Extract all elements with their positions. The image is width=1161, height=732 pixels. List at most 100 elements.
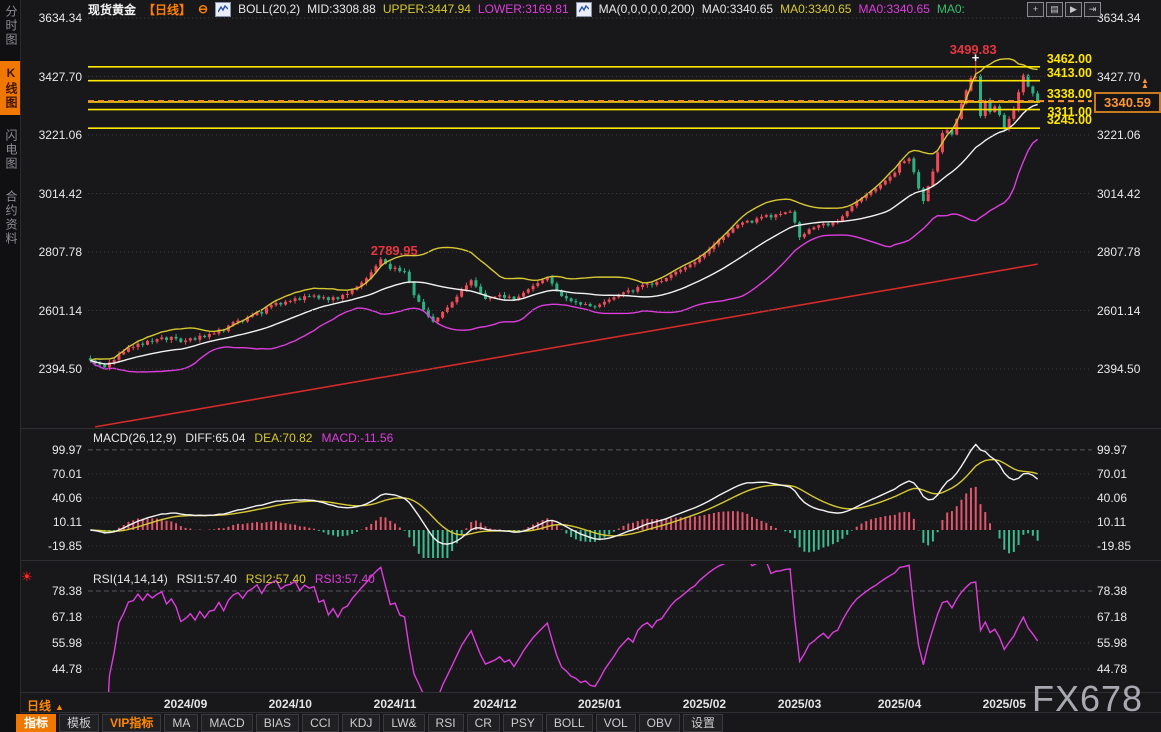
ma0-value-4: MA0: [937,2,965,16]
x-axis-label: 2024/12 [467,697,523,711]
toolbar-button-CCI[interactable]: CCI [302,714,339,732]
x-axis-label: 2025/03 [772,697,828,711]
x-axis-label: 2025/04 [872,697,928,711]
y-axis-label: 99.97 [20,442,82,458]
y-axis-label: 40.06 [1097,490,1159,506]
price-level-label: 3413.00 [1032,67,1092,80]
sidebar-tab-active-K线图[interactable]: K线图 [0,61,20,115]
toolbar-button-CR[interactable]: CR [467,714,500,732]
boll-mid-value: MID:3308.88 [307,2,376,16]
local-high-annotation: 2789.95 [371,243,418,258]
pane-separator [20,428,1161,429]
sidebar-tab-闪电图[interactable]: 闪电图 [0,124,20,176]
toolbar-button-MACD[interactable]: MACD [201,714,252,732]
x-axis-label: 2025/01 [572,697,628,711]
toolbar-button-VOL[interactable]: VOL [596,714,636,732]
toolbar-button-MA[interactable]: MA [164,714,198,732]
price-alert-icon[interactable]: ▲▲ [1141,78,1149,88]
y-axis-label: 78.38 [20,583,82,599]
peak-cross-marker: + [972,50,980,65]
y-axis-label: 2601.14 [1097,303,1159,319]
x-axis-label: 2024/09 [158,697,214,711]
symbol-name: 现货黄金 [88,1,136,18]
price-level-label: 3338.00 [1032,88,1092,101]
macd-name: MACD(26,12,9) [93,431,176,445]
y-axis-label: 10.11 [1097,514,1159,530]
pane-separator [20,712,1161,713]
y-axis-label: -19.85 [20,538,82,554]
ma0-value-2: MA0:3340.65 [780,2,851,16]
toolbar-button-模板[interactable]: 模板 [59,714,99,732]
period-tag: 【日线】 [143,1,191,18]
toolbar-button-设置[interactable]: 设置 [683,714,723,732]
rsi1-value: RSI1:57.40 [177,572,237,586]
macd-diff-value: DIFF:65.04 [185,431,245,445]
y-axis-label: 3014.42 [20,186,82,202]
ma0-value-1: MA0:3340.65 [702,2,773,16]
ma-name: MA(0,0,0,0,0,200) [599,2,695,16]
y-axis-label: 3427.70 [1097,69,1159,85]
y-axis-label: 3221.06 [1097,127,1159,143]
rsi3-value: RSI3:57.40 [315,572,375,586]
toolbar-button-RSI[interactable]: RSI [428,714,464,732]
macd-pane-header: MACD(26,12,9) DIFF:65.04 DEA:70.82 MACD:… [93,431,393,445]
y-axis-label: 67.18 [20,609,82,625]
x-axis-label: 2025/02 [676,697,732,711]
y-axis-label: 2807.78 [1097,244,1159,260]
period-selector[interactable]: 日线 ▲ [27,697,64,714]
ma-indicator-icon[interactable] [576,2,592,17]
rsi2-value: RSI2:57.40 [246,572,306,586]
x-axis-label: 2024/10 [262,697,318,711]
x-axis-label: 2025/05 [976,697,1032,711]
window-control-icons: +▤▶⇥ [1027,2,1101,17]
y-axis-label: 2394.50 [1097,361,1159,377]
toolbar-button-PSY[interactable]: PSY [503,714,543,732]
price-level-label: 3462.00 [1032,53,1092,66]
up-triangle-icon: ▲ [1141,83,1149,88]
indicator-toolbar: 指标模板VIP指标MAMACDBIASCCIKDJLW&RSICRPSYBOLL… [16,714,723,732]
chart-pan-left-icon[interactable]: ▤ [1046,2,1063,17]
period-selector-label: 日线 [27,699,51,713]
y-axis-label: 3634.34 [1097,10,1159,26]
boll-lower-value: LOWER:3169.81 [478,2,569,16]
toolbar-button-BIAS[interactable]: BIAS [256,714,299,732]
x-axis-label: 2024/11 [367,697,423,711]
y-axis-label: 70.01 [1097,466,1159,482]
y-axis-label: -19.85 [1097,538,1159,554]
y-axis-label: 2807.78 [20,244,82,260]
chart-scroll-right-icon[interactable]: ▶ [1065,2,1082,17]
collapse-icon[interactable]: ⊖ [198,2,208,16]
y-axis-label: 2394.50 [20,361,82,377]
crosshair-tool-icon[interactable]: + [1027,2,1044,17]
toolbar-button-BOLL[interactable]: BOLL [546,714,593,732]
chart-canvas[interactable] [0,0,1161,732]
rsi-name: RSI(14,14,14) [93,572,168,586]
macd-dea-value: DEA:70.82 [254,431,312,445]
alert-sun-icon[interactable]: ☀ [21,569,33,585]
y-axis-label: 78.38 [1097,583,1159,599]
boll-upper-value: UPPER:3447.94 [383,2,471,16]
rsi-pane-header: RSI(14,14,14) RSI1:57.40 RSI2:57.40 RSI3… [93,572,375,586]
sidebar-tab-分时图[interactable]: 分时图 [0,0,20,52]
chevron-up-icon: ▲ [55,702,64,712]
ma0-value-3: MA0:3340.65 [858,2,929,16]
watermark: FX678 [1032,678,1143,720]
toolbar-button-OBV[interactable]: OBV [639,714,680,732]
y-axis-label: 67.18 [1097,609,1159,625]
window-restore-icon[interactable]: ⇥ [1084,2,1101,17]
y-axis-label: 3634.34 [20,10,82,26]
toolbar-button-VIP指标[interactable]: VIP指标 [102,714,161,732]
toolbar-button-指标[interactable]: 指标 [16,714,56,732]
y-axis-label: 3014.42 [1097,186,1159,202]
chart-type-sidebar: 分时图 K线图闪电图合约资料 [0,0,21,732]
pane-separator [20,692,1161,693]
y-axis-label: 70.01 [20,466,82,482]
toolbar-button-KDJ[interactable]: KDJ [342,714,381,732]
y-axis-label: 44.78 [1097,661,1159,677]
sidebar-tab-合约资料[interactable]: 合约资料 [0,185,20,251]
y-axis-label: 3221.06 [20,127,82,143]
toolbar-button-LW&[interactable]: LW& [383,714,424,732]
y-axis-label: 40.06 [20,490,82,506]
macd-value: MACD:-11.56 [321,431,393,445]
boll-indicator-icon[interactable] [215,2,231,17]
